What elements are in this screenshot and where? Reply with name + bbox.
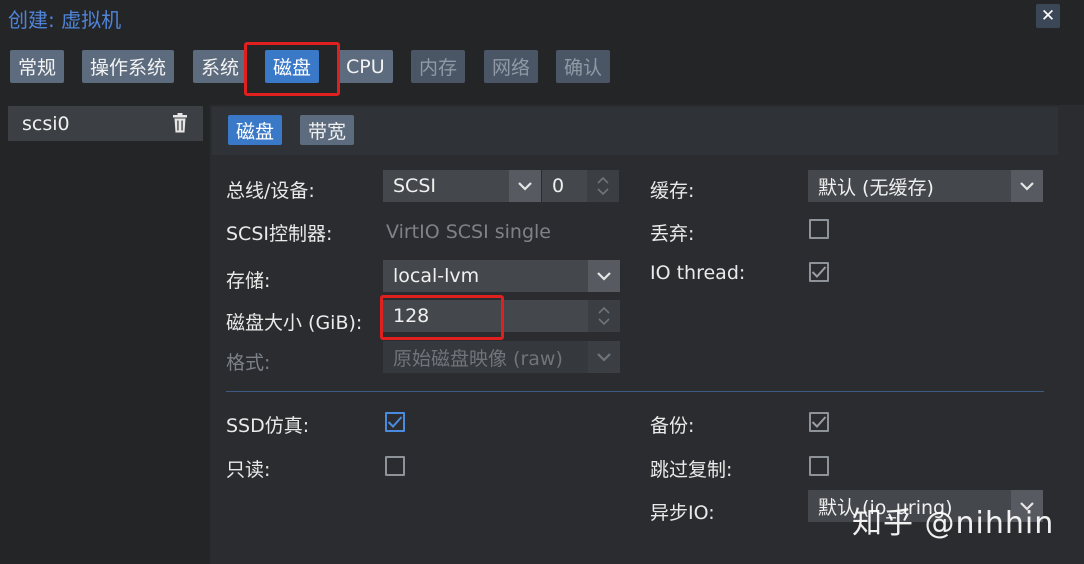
window-title: 创建: 虚拟机 (8, 8, 122, 32)
wizard-tabbar: 常规 操作系统 系统 磁盘 CPU 内存 网络 确认 (0, 34, 1084, 92)
iothread-label: IO thread: (650, 262, 746, 284)
backup-checkbox[interactable] (809, 412, 829, 432)
iothread-checkbox[interactable] (809, 262, 829, 282)
cache-value: 默认 (无缓存) (818, 176, 934, 199)
format-select: 原始磁盘映像 (raw) (383, 341, 620, 373)
chevron-down-icon (597, 352, 611, 362)
disk-size-label: 磁盘大小 (GiB): (226, 312, 363, 334)
backup-label: 备份: (650, 415, 695, 437)
ssd-checkbox[interactable] (385, 412, 405, 432)
tab-general[interactable]: 常规 (10, 50, 65, 83)
cache-label: 缓存: (650, 180, 695, 202)
disk-list-item[interactable]: scsi0 (8, 106, 203, 141)
bus-dropdown-button[interactable] (509, 170, 541, 202)
trash-icon[interactable] (172, 113, 188, 133)
chevron-down-icon (597, 271, 611, 281)
checkmark-icon (811, 266, 827, 278)
form-divider (226, 391, 1044, 392)
discard-checkbox[interactable] (809, 219, 829, 239)
tab-memory: 内存 (411, 50, 466, 83)
bus-select[interactable]: SCSI (383, 170, 541, 202)
format-value: 原始磁盘映像 (raw) (393, 347, 563, 370)
subtab-bandwidth[interactable]: 带宽 (300, 115, 355, 145)
close-button[interactable]: ✕ (1036, 4, 1060, 28)
disk-size-highlight-annotation (380, 295, 504, 340)
skip-replication-label: 跳过复制: (650, 459, 733, 481)
close-icon: ✕ (1040, 6, 1056, 26)
chevron-down-icon (1020, 181, 1034, 191)
storage-value: local-lvm (393, 265, 480, 287)
storage-label: 存储: (226, 270, 271, 292)
bus-label: 总线/设备: (226, 180, 315, 202)
disk-item-label: scsi0 (22, 112, 70, 135)
disk-list-pane (0, 92, 210, 564)
checkmark-icon (811, 416, 827, 428)
discard-label: 丢弃: (650, 223, 695, 245)
device-index-stepper[interactable]: 0 (542, 170, 619, 202)
tab-system[interactable]: 系统 (193, 50, 248, 83)
chevron-down-icon (518, 181, 532, 191)
format-label: 格式: (226, 352, 271, 374)
tab-highlight-annotation (244, 42, 340, 96)
device-index-spinner[interactable] (587, 170, 619, 202)
device-index-value: 0 (552, 175, 565, 197)
tab-os[interactable]: 操作系统 (82, 50, 175, 83)
controller-label: SCSI控制器: (226, 223, 333, 245)
async-io-label: 异步IO: (650, 502, 715, 524)
storage-select[interactable]: local-lvm (383, 260, 620, 292)
spinner-arrows-icon (597, 176, 609, 196)
tab-confirm: 确认 (556, 50, 611, 83)
tab-network: 网络 (484, 50, 539, 83)
disk-size-spinner[interactable] (588, 300, 620, 332)
ssd-label: SSD仿真: (226, 415, 310, 437)
skip-replication-checkbox[interactable] (809, 456, 829, 476)
storage-dropdown-button[interactable] (588, 260, 620, 292)
spinner-arrows-icon (598, 306, 610, 326)
tab-cpu[interactable]: CPU (338, 50, 393, 83)
subtab-disk[interactable]: 磁盘 (228, 115, 283, 145)
checkmark-icon (387, 416, 403, 428)
cache-select[interactable]: 默认 (无缓存) (808, 170, 1043, 202)
readonly-checkbox[interactable] (385, 456, 405, 476)
bus-value: SCSI (393, 175, 436, 197)
readonly-label: 只读: (226, 459, 271, 481)
cache-dropdown-button[interactable] (1011, 170, 1043, 202)
controller-value: VirtIO SCSI single (386, 221, 551, 243)
watermark: 知乎 @nihhin (852, 506, 1055, 541)
format-dropdown-button (588, 341, 620, 373)
